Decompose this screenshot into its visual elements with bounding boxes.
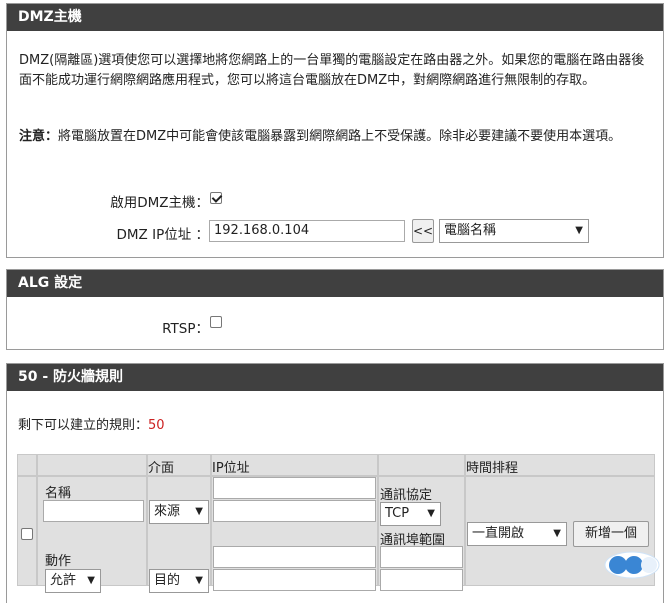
action-select-value: 允許: [50, 573, 77, 588]
interface-header: 介面: [148, 461, 175, 476]
computer-name-select[interactable]: 電腦名稱 ▼: [439, 219, 589, 243]
table-header-schedule: 時間排程: [465, 454, 655, 476]
source-ip-start-input[interactable]: [213, 477, 376, 499]
rtsp-label: RTSP：: [162, 321, 209, 337]
table-header-interface: 介面: [147, 454, 211, 476]
action-select[interactable]: 允許 ▼: [45, 569, 101, 593]
alg-section: ALG 設定 RTSP：: [6, 269, 664, 350]
schedule-select[interactable]: 一直開啟 ▼: [467, 522, 567, 546]
enable-dmz-label: 啟用DMZ主機：: [110, 195, 209, 211]
copy-computer-button[interactable]: <<: [412, 219, 434, 243]
dmz-section: DMZ主機 DMZ(隔離區)選項使您可以選擇地將您網路上的一台單獨的電腦設定在路…: [6, 3, 664, 258]
alg-section-title: ALG 設定: [7, 270, 663, 297]
chevron-down-icon: ▼: [195, 575, 203, 586]
table-header-protocol: [378, 454, 465, 476]
protocol-select[interactable]: TCP ▼: [380, 502, 441, 526]
table-header-name: [37, 454, 147, 476]
dmz-note-text: 將電腦放置在DMZ中可能會使該電腦暴露到網際網路上不受保護。除非必要建議不要使用…: [58, 129, 622, 144]
protocol-select-value: TCP: [385, 506, 410, 521]
computer-name-select-value: 電腦名稱: [444, 223, 497, 238]
source-interface-value: 來源: [154, 504, 181, 519]
dest-ip-start-input[interactable]: [213, 546, 376, 568]
dmz-ip-input[interactable]: 192.168.0.104: [209, 220, 405, 242]
rule-name-input[interactable]: [43, 500, 144, 522]
source-ip-end-input[interactable]: [213, 500, 376, 522]
chevron-down-icon: ▼: [427, 508, 435, 519]
dest-interface-select[interactable]: 目的 ▼: [149, 569, 209, 593]
remaining-rules-count: 50: [148, 418, 165, 433]
schedule-header: 時間排程: [466, 461, 519, 476]
ip-header: IP位址: [212, 461, 250, 476]
add-schedule-button[interactable]: 新增一個: [573, 521, 649, 547]
source-interface-select[interactable]: 來源 ▼: [149, 500, 209, 524]
dmz-note-label: 注意：: [19, 129, 59, 144]
chevron-down-icon: ▼: [575, 225, 583, 236]
chevron-down-icon: ▼: [87, 575, 95, 586]
enable-dmz-checkbox[interactable]: [210, 192, 222, 204]
remaining-rules-label: 剩下可以建立的規則：: [18, 418, 149, 433]
schedule-select-value: 一直開啟: [472, 526, 525, 541]
remaining-rules: 剩下可以建立的規則：50: [18, 416, 654, 436]
rtsp-checkbox[interactable]: [210, 316, 222, 328]
firewall-section-title: 50 - 防火牆規則: [7, 364, 663, 391]
chevron-down-icon: ▼: [195, 506, 203, 517]
name-label: 名稱: [45, 486, 72, 501]
dmz-ip-label: DMZ IP位址 ：: [116, 227, 210, 243]
rule-enable-checkbox[interactable]: [21, 528, 33, 540]
dest-interface-value: 目的: [154, 573, 181, 588]
chevron-down-icon: ▼: [553, 528, 561, 539]
action-label: 動作: [45, 554, 72, 569]
watermark-logo: [604, 551, 660, 579]
protocol-label: 通訊協定: [380, 488, 433, 503]
dest-ip-end-input[interactable]: [213, 569, 376, 591]
firewall-section: 50 - 防火牆規則 剩下可以建立的規則：50 介面 IP位址 時間排程 名稱 …: [6, 363, 664, 603]
port-range-start-input[interactable]: [380, 546, 463, 568]
dmz-note: 注意：將電腦放置在DMZ中可能會使該電腦暴露到網際網路上不受保護。除非必要建議不…: [19, 127, 655, 147]
dmz-section-title: DMZ主機: [7, 4, 663, 31]
table-header-check: [17, 454, 37, 476]
port-range-end-input[interactable]: [380, 569, 463, 591]
dmz-description: DMZ(隔離區)選項使您可以選擇地將您網路上的一台單獨的電腦設定在路由器之外。如…: [19, 53, 645, 88]
table-header-ip: IP位址: [211, 454, 378, 476]
